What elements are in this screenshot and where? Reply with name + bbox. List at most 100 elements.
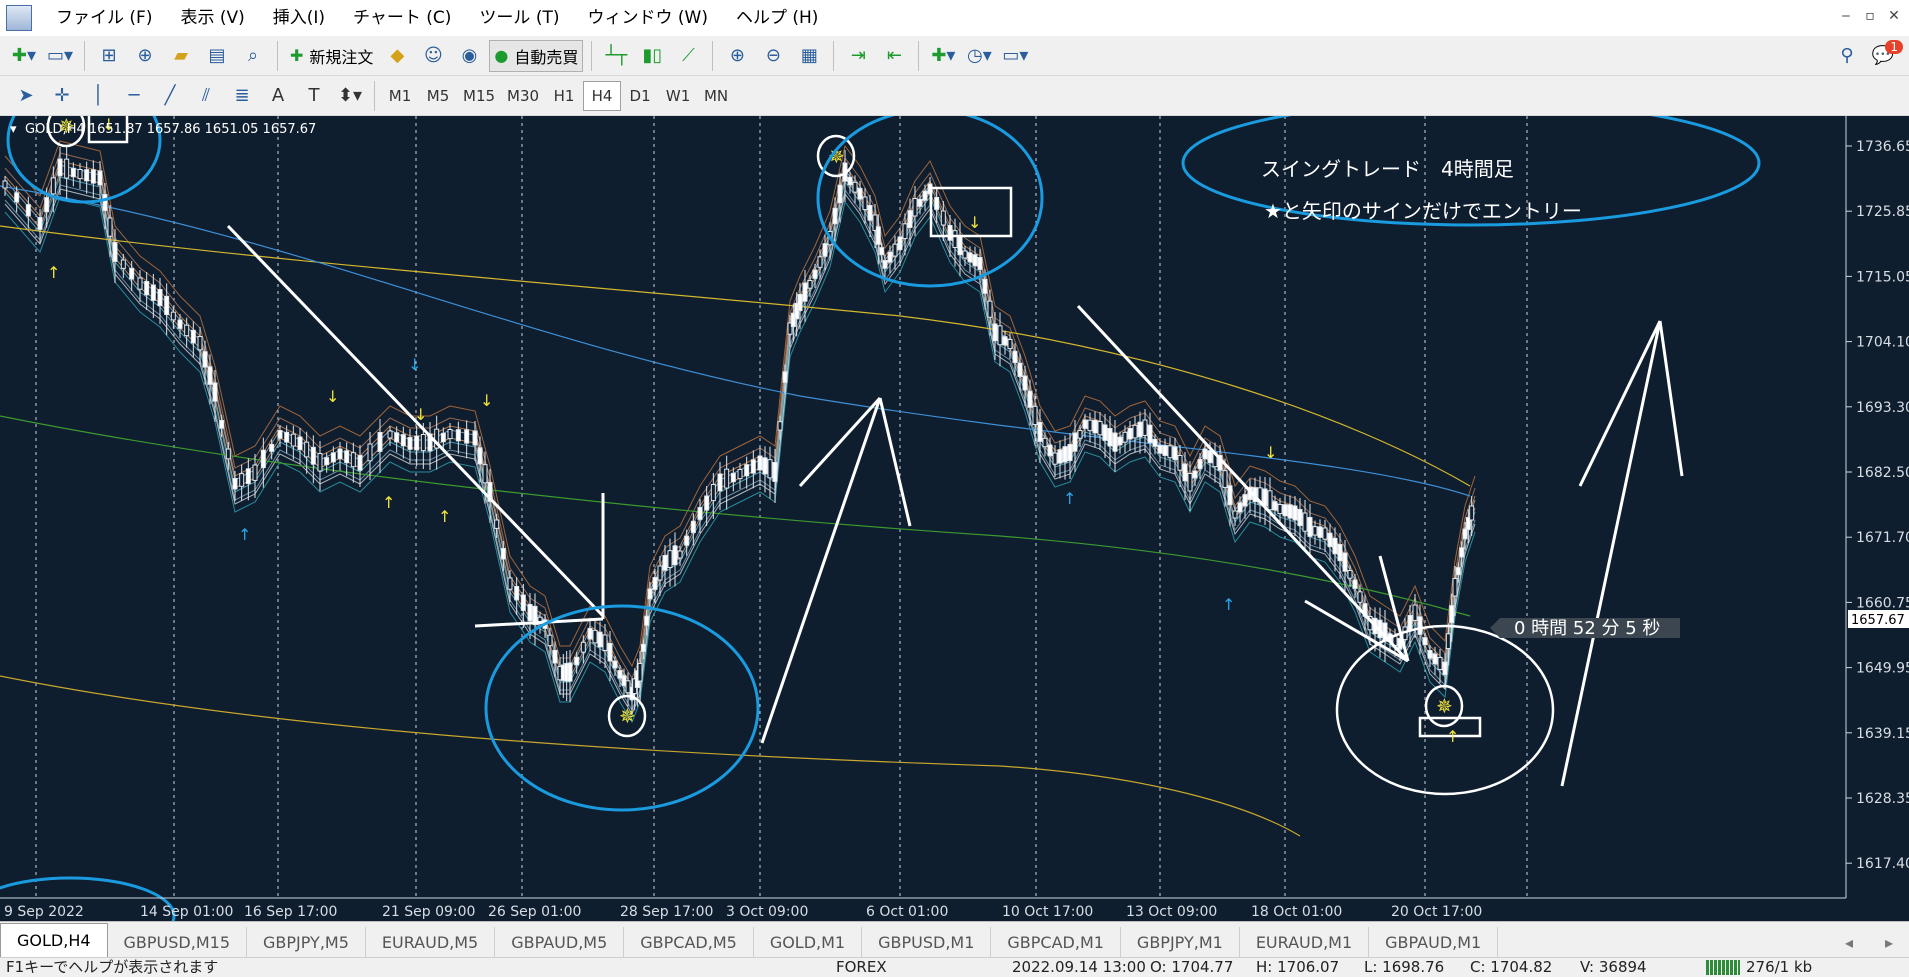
- menu-file[interactable]: ファイル (F): [42, 0, 166, 36]
- candle-body: [767, 459, 773, 479]
- ma-yellow-lower: [0, 675, 1301, 837]
- templates-icon[interactable]: ▭▾: [999, 40, 1031, 72]
- metaeditor-icon[interactable]: ◆: [381, 40, 413, 72]
- bar-chart-icon[interactable]: ┴┬: [600, 40, 632, 72]
- line-chart-icon[interactable]: ⟋: [672, 40, 704, 72]
- time-label: 13 Oct 09:00: [1126, 904, 1217, 920]
- time-label: 21 Sep 09:00: [382, 904, 475, 920]
- terminal-icon[interactable]: ▤: [201, 40, 233, 72]
- minimize-icon[interactable]: ‒: [1834, 8, 1858, 28]
- timeframe-mn[interactable]: MN: [697, 81, 735, 111]
- timeframe-h1[interactable]: H1: [545, 81, 583, 111]
- tab-euraud-m1[interactable]: EURAUD,M1: [1240, 927, 1370, 957]
- candle-body: [1337, 544, 1343, 562]
- candle-body: [547, 634, 553, 647]
- tab-gold-m1[interactable]: GOLD,M1: [754, 927, 863, 957]
- tab-gbpaud-m1[interactable]: GBPAUD,M1: [1369, 927, 1499, 957]
- candle-body: [150, 284, 156, 301]
- menu-view[interactable]: 表示 (V): [166, 0, 258, 36]
- candle-body: [1277, 504, 1283, 515]
- menu-insert[interactable]: 挿入(I): [259, 0, 339, 36]
- price-chart[interactable]: ✵ ✵ ✵ ✵ ↓ ↓ ↓ ↓ ↓ ↓ ↑ ↑ ↑ ↑ ↑ ↑ ↑ ↓ 1736.65 1725.85 1715.05…: [0, 116, 1909, 921]
- trendline-icon[interactable]: ╱: [154, 80, 186, 112]
- strategy-tester-icon[interactable]: ⌕: [237, 40, 269, 72]
- menu-help[interactable]: ヘルプ (H): [722, 0, 832, 36]
- candle-body: [407, 437, 413, 450]
- horizontal-line-icon[interactable]: ─: [118, 80, 150, 112]
- timeframe-m1[interactable]: M1: [381, 81, 419, 111]
- price-label: 1725.85: [1856, 204, 1909, 220]
- app-icon[interactable]: [6, 5, 32, 31]
- candle-body: [1002, 336, 1008, 346]
- status-datetime: 2022.09.14 13:00: [1012, 958, 1146, 976]
- candle-body: [1072, 432, 1078, 452]
- tab-gbpjpy-m1[interactable]: GBPJPY,M1: [1121, 927, 1240, 957]
- crosshair-icon[interactable]: ⊕: [129, 40, 161, 72]
- candlestick-icon[interactable]: ▮▯: [636, 40, 668, 72]
- timeframe-m30[interactable]: M30: [501, 81, 545, 111]
- tab-gbpusd-m15[interactable]: GBPUSD,M15: [108, 927, 247, 957]
- timeframe-w1[interactable]: W1: [659, 81, 697, 111]
- zoom-in-icon[interactable]: ⊕: [721, 40, 753, 72]
- timeframe-m15[interactable]: M15: [457, 81, 501, 111]
- candle-body: [847, 176, 853, 186]
- tab-gold-h4[interactable]: GOLD,H4: [0, 923, 108, 957]
- buy-arrow-icon: ↑: [438, 507, 451, 526]
- timeframe-h4[interactable]: H4: [583, 80, 622, 111]
- market-watch-icon[interactable]: ⊞: [93, 40, 125, 72]
- tab-gbpcad-m5[interactable]: GBPCAD,M5: [624, 927, 754, 957]
- auto-trading-button[interactable]: ● 自動売買: [489, 39, 584, 72]
- profiles-icon[interactable]: ▭▾: [44, 40, 76, 72]
- candle-body: [602, 634, 608, 651]
- candle-body: [494, 519, 500, 529]
- search-icon[interactable]: ⚲: [1831, 40, 1863, 72]
- auto-scroll-icon[interactable]: ⇥: [842, 40, 874, 72]
- navigator-icon[interactable]: ▰: [165, 40, 197, 72]
- indicators-icon[interactable]: ✚ ▾: [927, 40, 959, 72]
- signals-icon[interactable]: ◉: [453, 40, 485, 72]
- sell-arrow-icon: ↓: [326, 387, 339, 406]
- chat-icon[interactable]: 💬 1: [1867, 39, 1903, 72]
- menu-chart[interactable]: チャート (C): [339, 0, 465, 36]
- status-close: C: 1704.82: [1470, 958, 1553, 976]
- new-order-button[interactable]: ✚ 新規注文: [286, 40, 377, 72]
- text-label-icon[interactable]: T: [298, 80, 330, 112]
- notification-badge: 1: [1885, 39, 1903, 54]
- tab-euraud-m5[interactable]: EURAUD,M5: [366, 927, 496, 957]
- restore-icon[interactable]: ▫: [1858, 8, 1882, 28]
- tile-windows-icon[interactable]: ▦: [793, 40, 825, 72]
- status-traffic: 276/1 kb: [1746, 958, 1813, 976]
- buy-arrow-icon: ↑: [1446, 727, 1459, 746]
- text-icon[interactable]: A: [262, 80, 294, 112]
- fibonacci-icon[interactable]: ≣: [226, 80, 258, 112]
- new-chart-icon[interactable]: ✚ ▾: [8, 40, 40, 72]
- menu-window[interactable]: ウィンドウ (W): [573, 0, 721, 36]
- vertical-line-icon[interactable]: │: [82, 80, 114, 112]
- tab-scroll-left-icon[interactable]: ◂: [1829, 927, 1869, 957]
- tab-scroll-right-icon[interactable]: ▸: [1869, 927, 1909, 957]
- crosshair-tool-icon[interactable]: ✛: [46, 80, 78, 112]
- periods-icon[interactable]: ◷▾: [963, 40, 995, 72]
- status-profile: FOREX: [836, 958, 887, 976]
- chart-shift-icon[interactable]: ⇤: [878, 40, 910, 72]
- zoom-out-icon[interactable]: ⊖: [757, 40, 789, 72]
- buy-arrow-icon: ↑: [47, 263, 60, 282]
- chart-canvas[interactable]: ✵✵✵ ✵↓↓ ↓↓↓↓↑↑↑↑↑↑↑↓ 1736.651725.851715.05…: [0, 116, 1909, 921]
- cursor-icon[interactable]: ➤: [10, 80, 42, 112]
- tab-gbpjpy-m5[interactable]: GBPJPY,M5: [247, 927, 366, 957]
- candle-body: [400, 434, 406, 447]
- candle-body: [972, 254, 978, 267]
- star-signal-icon: ✵: [619, 704, 636, 728]
- timeframe-m5[interactable]: M5: [419, 81, 457, 111]
- tab-gbpaud-m5[interactable]: GBPAUD,M5: [495, 927, 625, 957]
- menu-tools[interactable]: ツール (T): [465, 0, 573, 36]
- account-icon[interactable]: ☺: [417, 40, 449, 72]
- equidistant-channel-icon[interactable]: ⫽: [190, 80, 222, 112]
- tab-gbpusd-m1[interactable]: GBPUSD,M1: [862, 927, 992, 957]
- arrows-icon[interactable]: ⬍▾: [334, 80, 366, 112]
- timeframe-d1[interactable]: D1: [621, 81, 659, 111]
- tab-gbpcad-m1[interactable]: GBPCAD,M1: [991, 927, 1121, 957]
- candle-body: [647, 588, 653, 600]
- candle-body: [440, 432, 446, 443]
- close-icon[interactable]: ✕: [1882, 8, 1906, 28]
